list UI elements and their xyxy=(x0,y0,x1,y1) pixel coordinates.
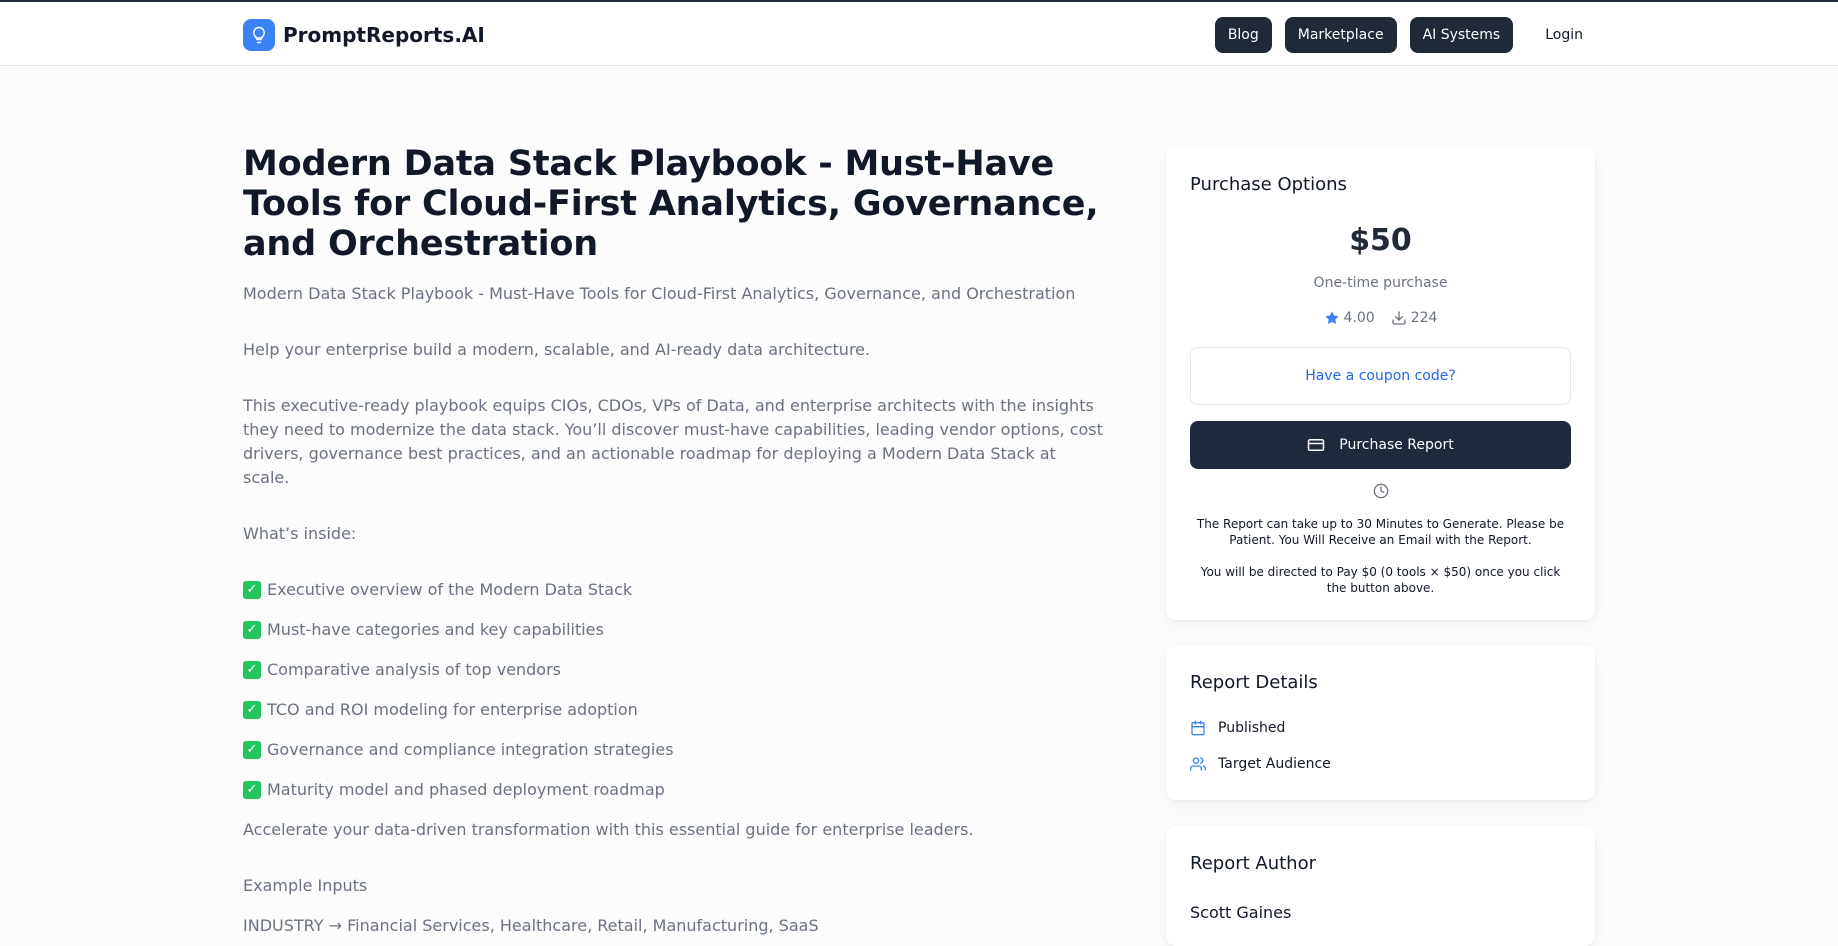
check-icon: ✓ xyxy=(243,781,261,799)
rating-stat: 4.00 xyxy=(1324,310,1375,326)
list-item: ✓ Maturity model and phased deployment r… xyxy=(243,778,1103,802)
example-inputs-heading: Example Inputs xyxy=(243,876,368,895)
check-icon: ✓ xyxy=(243,581,261,599)
price-note: One-time purchase xyxy=(1313,275,1448,291)
check-icon: ✓ xyxy=(243,701,261,719)
whats-inside-list: ✓ Executive overview of the Modern Data … xyxy=(243,578,1103,802)
check-icon: ✓ xyxy=(243,741,261,759)
clock-icon xyxy=(1373,483,1388,499)
report-stats: 4.00 224 xyxy=(1166,310,1595,326)
brand-link[interactable]: PromptReports.AI xyxy=(243,19,485,51)
list-item-text: Must-have categories and key capabilitie… xyxy=(267,620,604,639)
purchase-report-label: Purchase Report xyxy=(1339,437,1454,453)
report-content: Modern Data Stack Playbook - Must-Have T… xyxy=(243,144,1103,938)
downloads-value: 224 xyxy=(1410,310,1438,326)
price: $50 xyxy=(1349,223,1412,258)
calendar-icon xyxy=(1191,720,1205,736)
card-icon xyxy=(1308,439,1325,451)
list-item: ✓ Must-have categories and key capabilit… xyxy=(243,618,1103,642)
target-audience-label: Target Audience xyxy=(1218,756,1331,772)
list-item-text: Comparative analysis of top vendors xyxy=(267,660,561,679)
purchase-options-card: Purchase Options $50 One-time purchase 4… xyxy=(1166,147,1595,620)
download-icon xyxy=(1392,311,1406,325)
purchase-options-title: Purchase Options xyxy=(1190,174,1347,195)
login-link[interactable]: Login xyxy=(1545,17,1583,53)
list-item: ✓ Governance and compliance integration … xyxy=(243,738,1103,762)
list-item-text: Governance and compliance integration st… xyxy=(267,740,674,759)
published-label: Published xyxy=(1218,720,1286,736)
whats-inside-heading: What’s inside: xyxy=(243,524,357,543)
report-author-card: Report Author Scott Gaines xyxy=(1166,826,1595,946)
author-name[interactable]: Scott Gaines xyxy=(1190,903,1291,922)
description-text: This executive-ready playbook equips CIO… xyxy=(243,396,1103,487)
coupon-code-button[interactable]: Have a coupon code? xyxy=(1190,347,1571,405)
users-icon xyxy=(1190,757,1206,771)
downloads-stat: 224 xyxy=(1391,310,1438,326)
list-item-text: Maturity model and phased deployment roa… xyxy=(267,780,665,799)
rating-value: 4.00 xyxy=(1343,310,1375,326)
site-header: PromptReports.AI Blog Marketplace AI Sys… xyxy=(0,2,1838,66)
report-author-title: Report Author xyxy=(1190,853,1316,874)
generation-time-note: The Report can take up to 30 Minutes to … xyxy=(1196,517,1565,547)
clock-icon-wrapper xyxy=(1166,483,1595,499)
check-icon: ✓ xyxy=(243,621,261,639)
page-subtitle: Modern Data Stack Playbook - Must-Have T… xyxy=(243,284,1076,303)
list-item-text: Executive overview of the Modern Data St… xyxy=(267,580,633,599)
top-nav: Blog Marketplace AI Systems Login xyxy=(1202,17,1583,53)
page-title: Modern Data Stack Playbook - Must-Have T… xyxy=(243,144,1099,264)
nav-blog-button[interactable]: Blog xyxy=(1214,17,1272,53)
nav-marketplace-button[interactable]: Marketplace xyxy=(1284,17,1397,53)
list-item-text: TCO and ROI modeling for enterprise adop… xyxy=(267,700,638,719)
star-icon xyxy=(1324,311,1339,324)
check-icon: ✓ xyxy=(243,661,261,679)
report-details-card: Report Details Published Target Audience xyxy=(1166,645,1595,800)
nav-ai-systems-button[interactable]: AI Systems xyxy=(1409,17,1514,53)
list-item: ✓ Executive overview of the Modern Data … xyxy=(243,578,1103,602)
closing-text: Accelerate your data-driven transformati… xyxy=(243,820,974,839)
list-item: ✓ Comparative analysis of top vendors xyxy=(243,658,1103,682)
target-audience-row: Target Audience xyxy=(1190,756,1331,772)
report-details-title: Report Details xyxy=(1190,672,1318,693)
purchase-report-button[interactable]: Purchase Report xyxy=(1190,421,1571,469)
list-item: ✓ TCO and ROI modeling for enterprise ad… xyxy=(243,698,1103,722)
intro-text: Help your enterprise build a modern, sca… xyxy=(243,340,871,359)
brand-name: PromptReports.AI xyxy=(283,23,485,47)
lightbulb-icon xyxy=(243,19,275,51)
payment-note: You will be directed to Pay $0 (0 tools … xyxy=(1200,565,1561,595)
example-input-line: INDUSTRY → Financial Services, Healthcar… xyxy=(243,916,819,935)
published-row: Published xyxy=(1190,720,1285,736)
